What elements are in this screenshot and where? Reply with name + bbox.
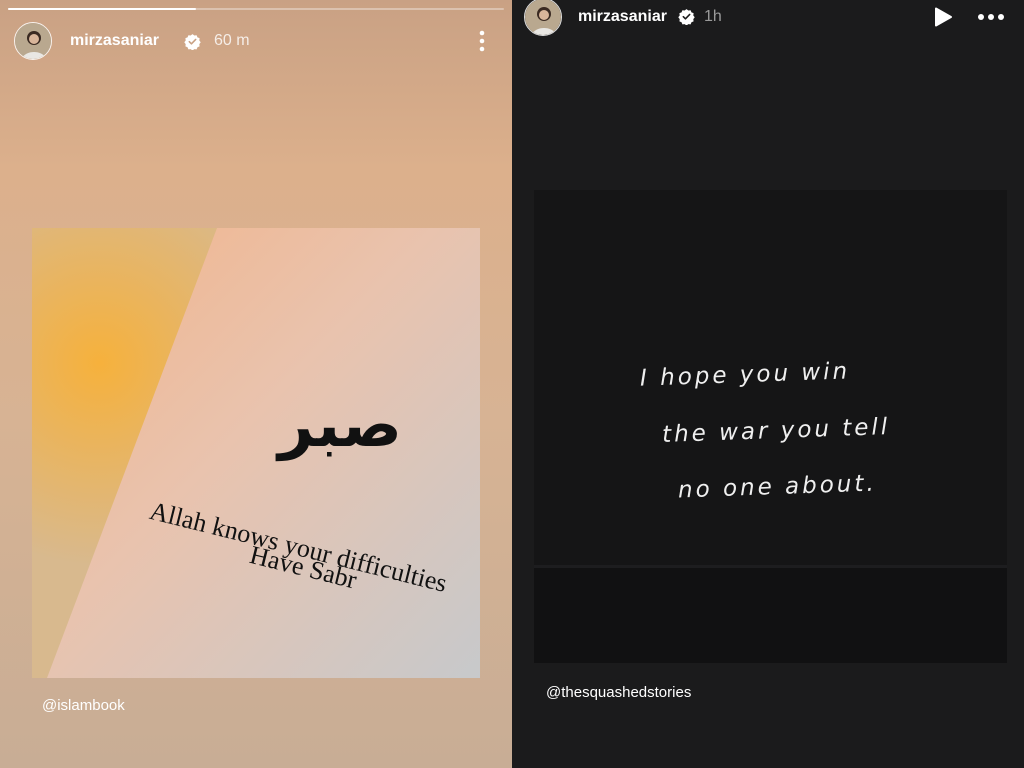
avatar[interactable] [14,22,52,60]
post-time: 1h [704,8,722,25]
avatar[interactable] [524,0,562,36]
avatar-photo [15,23,51,59]
mention-tag[interactable]: @thesquashedstories [546,684,691,701]
arabic-word: صبر [278,388,402,461]
mention-tag[interactable]: @islambook [42,697,125,714]
quote-line-1: I hope you win [639,358,851,392]
story-image-sabr: صبر Allah knows your difficulties Have S… [32,228,480,678]
image-floor [534,568,1007,663]
username[interactable]: mirzasaniar [70,32,159,50]
story-progress-bar [8,8,504,10]
avatar-photo [525,0,561,35]
vertical-ellipsis-icon[interactable] [474,28,490,54]
quote-line-3: no one about. [677,470,878,504]
quote-line-2: the war you tell [661,414,891,448]
story-progress-fill [8,8,197,10]
play-icon[interactable] [932,6,954,28]
post-time: 60 m [214,32,250,49]
verified-badge-icon [678,9,695,25]
story-left[interactable]: mirzasaniar 60 m صبر Allah knows your di… [0,0,512,768]
story-image-quote: I hope you win the war you tell no one a… [534,190,1007,663]
story-right[interactable]: mirzasaniar 1h I hope you win the war yo… [512,0,1024,768]
horizontal-ellipsis-icon[interactable] [976,8,1006,26]
username[interactable]: mirzasaniar [578,8,667,26]
verified-badge-icon [184,34,201,50]
image-fold-line [534,565,1007,568]
